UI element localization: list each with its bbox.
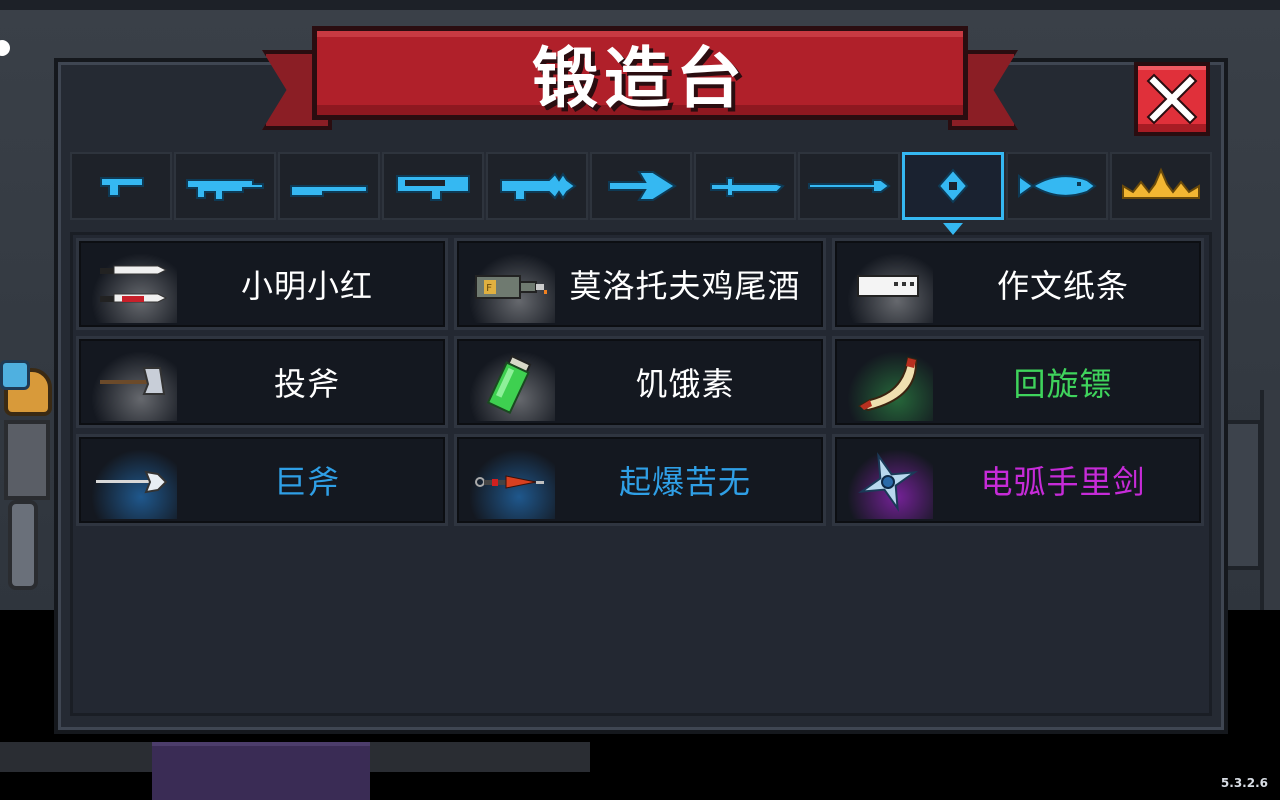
shotgun-icon: [290, 185, 368, 197]
background-machine-panel: [1222, 420, 1262, 570]
item-name: 小明小红: [240, 267, 373, 305]
arc-shuriken-icon: [858, 452, 918, 512]
item-name: 投斧: [273, 365, 340, 403]
background-floor-tile: [152, 742, 370, 800]
page-title: 锻造台: [532, 40, 748, 117]
tab-bow[interactable]: [590, 152, 692, 220]
tab-special[interactable]: [1110, 152, 1213, 220]
player-character: [0, 360, 54, 610]
item-name: 电弧手里剑: [980, 463, 1146, 501]
sword-icon: [710, 177, 785, 197]
boomerang-icon: [857, 356, 918, 412]
item-icon-bg: [87, 445, 177, 519]
pistol-icon: [100, 177, 144, 197]
spear-icon: [808, 179, 891, 193]
explosive-kunai-icon: [475, 475, 544, 489]
crown-icon: [1122, 167, 1201, 199]
tab-laser-gun[interactable]: [486, 152, 588, 220]
laser-gun-icon: [500, 172, 577, 201]
paper-strip-icon: [857, 275, 919, 297]
green-vial-icon: [486, 354, 532, 414]
close-icon: [1146, 73, 1198, 125]
item-icon-bg: [465, 445, 555, 519]
list-item[interactable]: 作文纸条: [832, 238, 1204, 330]
item-name: 莫洛托夫鸡尾酒: [569, 267, 801, 305]
item-icon-bg: [843, 347, 933, 421]
list-item[interactable]: 起爆苦无: [454, 434, 826, 526]
item-icon-bg: [843, 249, 933, 323]
version-label: 5.3.2.6: [1220, 776, 1268, 790]
list-item[interactable]: 饥饿素: [454, 336, 826, 428]
tab-fish[interactable]: [1006, 152, 1109, 220]
tab-pistol[interactable]: [70, 152, 172, 220]
assault-rifle-icon: [186, 179, 264, 201]
list-item[interactable]: 电弧手里剑: [832, 434, 1204, 526]
throwing-axe-icon: [100, 367, 166, 395]
svg-text:F: F: [486, 283, 492, 294]
rocket-launcher-icon: [396, 175, 470, 201]
item-name: 起爆苦无: [618, 463, 751, 501]
tab-shotgun[interactable]: [278, 152, 380, 220]
great-axe-icon: [96, 470, 168, 494]
molotov-bottle-icon: F: [475, 275, 547, 299]
list-item[interactable]: 回旋镖: [832, 336, 1204, 428]
item-icon-bg: [843, 445, 933, 519]
tab-throwing-weapons[interactable]: [902, 152, 1005, 220]
fish-icon: [1018, 174, 1097, 198]
list-item[interactable]: 投斧: [76, 336, 448, 428]
item-icon-bg: [87, 347, 177, 421]
tab-assault-rifle[interactable]: [174, 152, 276, 220]
close-button[interactable]: [1134, 62, 1210, 136]
tab-sword[interactable]: [694, 152, 796, 220]
list-item[interactable]: 巨斧: [76, 434, 448, 526]
item-grid: 小明小红 F 莫洛托夫鸡尾酒 作文纸条 投斧 饥饿素 回旋镖 巨斧 起爆苦无 电…: [76, 238, 1204, 526]
weapon-category-tabs: [70, 152, 1213, 222]
item-name: 作文纸条: [996, 267, 1129, 305]
tab-spear[interactable]: [798, 152, 900, 220]
bow-icon: [608, 171, 677, 201]
throwing-weapon-icon: [937, 168, 969, 204]
item-name: 饥饿素: [635, 365, 735, 403]
item-name: 巨斧: [273, 463, 340, 501]
item-icon-bg: [465, 347, 555, 421]
title-banner: 锻造台: [312, 26, 968, 120]
twin-knives-icon: [100, 265, 168, 303]
list-item[interactable]: 小明小红: [76, 238, 448, 330]
tab-rocket-launcher[interactable]: [382, 152, 484, 220]
background-machine: [1260, 390, 1280, 610]
item-name: 回旋镖: [1013, 365, 1113, 403]
item-icon-bg: F: [465, 249, 555, 323]
item-icon-bg: [87, 249, 177, 323]
list-item[interactable]: F 莫洛托夫鸡尾酒: [454, 238, 826, 330]
